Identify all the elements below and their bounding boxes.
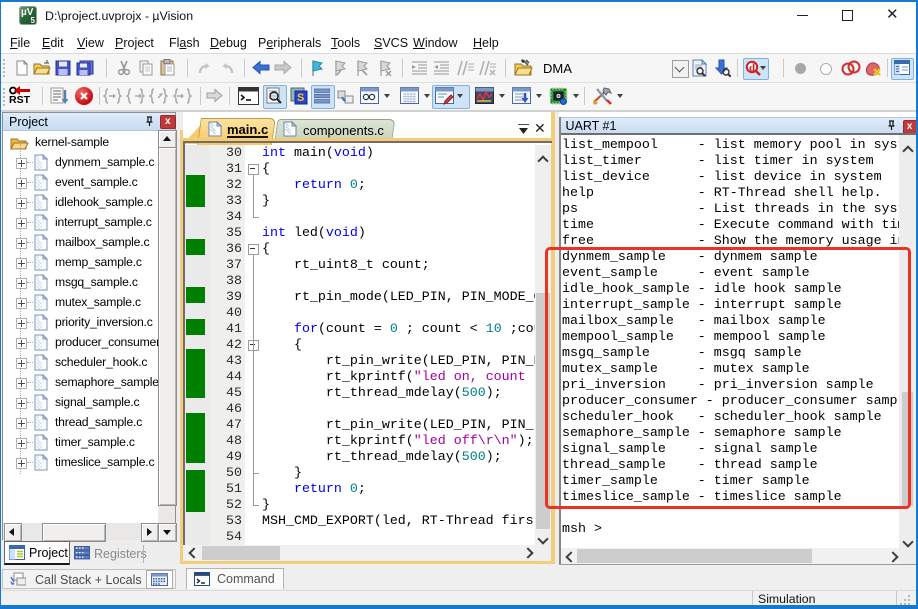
svg-text:S: S (297, 92, 304, 104)
svg-text:d: d (749, 62, 755, 74)
